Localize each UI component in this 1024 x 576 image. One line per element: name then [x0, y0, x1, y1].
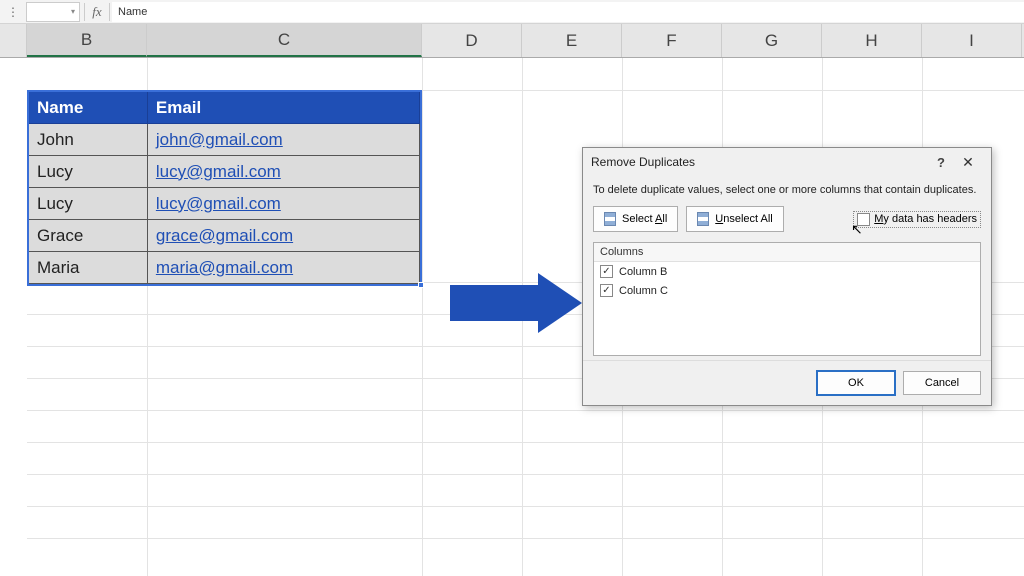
table-row: Lucy lucy@gmail.com	[29, 188, 420, 220]
cell-name[interactable]: Lucy	[29, 188, 148, 220]
help-icon[interactable]: ?	[929, 155, 953, 170]
checkbox-icon	[600, 265, 613, 278]
column-header-C[interactable]: C	[147, 24, 422, 57]
checkbox-icon	[600, 284, 613, 297]
select-all-icon	[604, 212, 616, 226]
checkbox-icon	[857, 213, 870, 226]
separator	[109, 3, 110, 21]
column-headers: B C D E F G H I	[0, 24, 1024, 58]
remove-duplicates-dialog: Remove Duplicates ? ✕ To delete duplicat…	[582, 147, 992, 406]
unselect-all-icon	[697, 212, 709, 226]
unselect-all-button[interactable]: Unselect All	[686, 206, 783, 232]
formula-bar: ⋮ ▾ fx Name	[0, 0, 1024, 24]
cell-name[interactable]: Lucy	[29, 156, 148, 188]
table-header-row: Name Email	[29, 92, 420, 124]
columns-listbox[interactable]: Columns Column B Column C	[593, 242, 981, 356]
cell-email[interactable]: john@gmail.com	[148, 124, 420, 156]
table-row: Grace grace@gmail.com	[29, 220, 420, 252]
cell-email[interactable]: maria@gmail.com	[148, 252, 420, 284]
cell-name[interactable]: John	[29, 124, 148, 156]
formula-input[interactable]: Name	[112, 2, 1024, 22]
selected-range[interactable]: Name Email John john@gmail.com Lucy lucy…	[27, 90, 422, 286]
column-header-I[interactable]: I	[922, 24, 1022, 57]
select-all-corner[interactable]	[0, 24, 27, 57]
formula-bar-menu-icon[interactable]: ⋮	[0, 5, 26, 19]
fx-icon[interactable]: fx	[87, 4, 107, 20]
cell-name[interactable]: Grace	[29, 220, 148, 252]
cancel-button[interactable]: Cancel	[903, 371, 981, 395]
ok-button[interactable]: OK	[817, 371, 895, 395]
columns-header: Columns	[594, 243, 980, 262]
cell-email[interactable]: lucy@gmail.com	[148, 188, 420, 220]
table-row: Maria maria@gmail.com	[29, 252, 420, 284]
arrow-right-icon	[538, 273, 582, 333]
cell-email[interactable]: grace@gmail.com	[148, 220, 420, 252]
my-data-has-headers-checkbox[interactable]: My data has headers	[853, 211, 981, 228]
separator	[84, 3, 85, 21]
column-header-H[interactable]: H	[822, 24, 922, 57]
cell-name[interactable]: Maria	[29, 252, 148, 284]
cell-email[interactable]: lucy@gmail.com	[148, 156, 420, 188]
column-header-E[interactable]: E	[522, 24, 622, 57]
close-icon[interactable]: ✕	[953, 154, 983, 171]
header-email: Email	[148, 92, 420, 124]
select-all-button[interactable]: Select All	[593, 206, 678, 232]
dialog-title: Remove Duplicates	[591, 155, 695, 169]
column-item-label: Column C	[619, 285, 668, 297]
table-row: Lucy lucy@gmail.com	[29, 156, 420, 188]
dialog-message: To delete duplicate values, select one o…	[593, 182, 981, 206]
table-row: John john@gmail.com	[29, 124, 420, 156]
column-header-F[interactable]: F	[622, 24, 722, 57]
column-header-B[interactable]: B	[27, 24, 147, 57]
header-name: Name	[29, 92, 148, 124]
column-header-D[interactable]: D	[422, 24, 522, 57]
column-item[interactable]: Column C	[594, 281, 980, 300]
dialog-titlebar[interactable]: Remove Duplicates ? ✕	[583, 148, 991, 176]
column-header-G[interactable]: G	[722, 24, 822, 57]
column-item[interactable]: Column B	[594, 262, 980, 281]
name-box[interactable]: ▾	[26, 2, 80, 22]
column-item-label: Column B	[619, 266, 667, 278]
chevron-down-icon: ▾	[71, 7, 75, 16]
selection-handle[interactable]	[418, 282, 424, 288]
